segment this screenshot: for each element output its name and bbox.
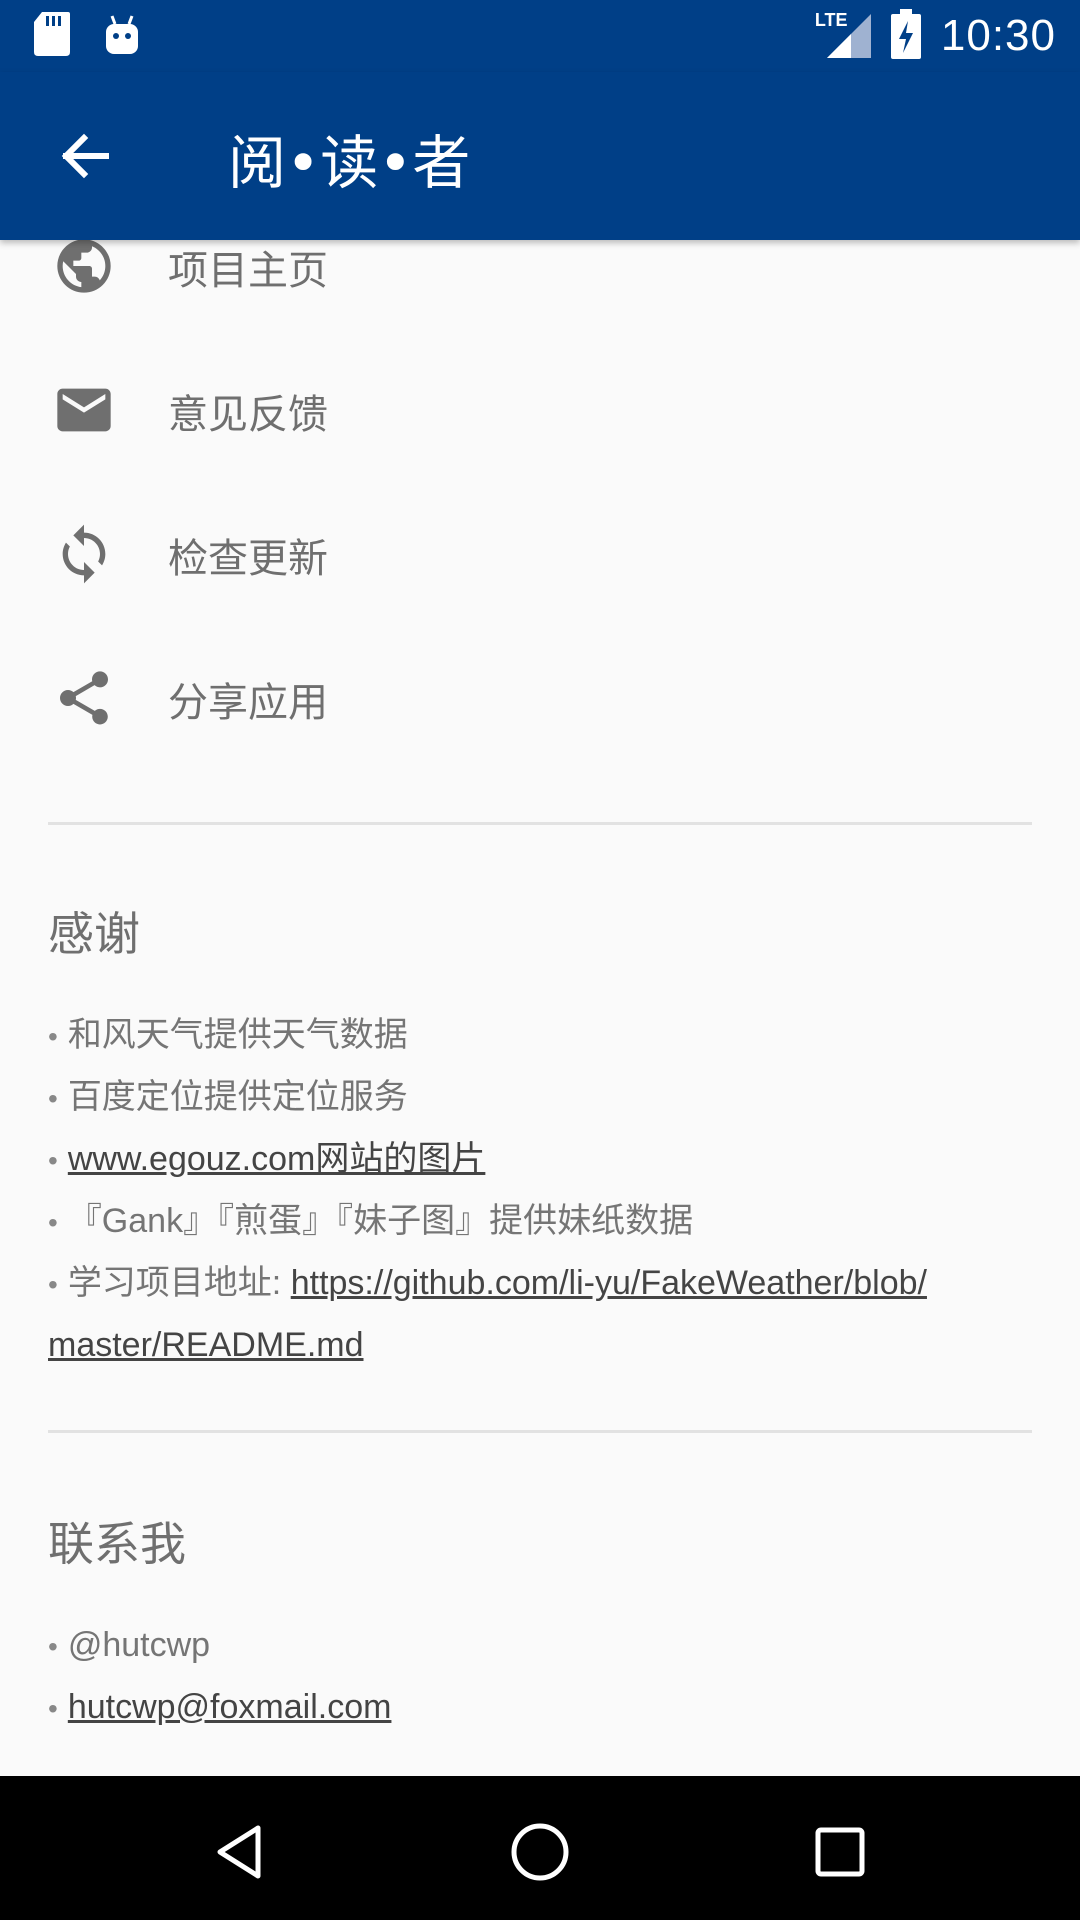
clock: 10:30 xyxy=(940,11,1056,60)
egouz-link[interactable]: www.egouz.com网站的图片 xyxy=(68,1140,486,1178)
menu-item-share[interactable]: 分享应用 xyxy=(0,624,1080,768)
contact-title: 联系我 xyxy=(48,1517,186,1571)
globe-icon xyxy=(48,230,120,302)
list-item: • 『Gank』『煎蛋』『妹子图』提供妹纸数据 xyxy=(48,1202,694,1240)
list-item-continuation: master/README.md xyxy=(48,1315,1032,1375)
back-button[interactable] xyxy=(48,124,120,188)
thanks-title: 感谢 xyxy=(48,907,140,961)
sd-card-icon xyxy=(34,12,70,60)
divider xyxy=(48,822,1032,825)
navigation-bar xyxy=(0,1776,1080,1920)
menu-item-feedback[interactable]: 意见反馈 xyxy=(0,336,1080,480)
menu-label: 意见反馈 xyxy=(168,392,328,438)
list-item: • 百度定位提供定位服务 xyxy=(48,1078,408,1116)
home-circle-icon xyxy=(511,1823,569,1881)
status-system-icons: LTE 10:30 xyxy=(815,8,1056,64)
about-content: 项目主页 意见反馈 检查更新 分享应用 xyxy=(0,239,1080,768)
android-icon xyxy=(102,12,142,60)
status-bar: LTE 10:30 xyxy=(0,0,1080,72)
page-title: 阅•读•者 xyxy=(228,129,471,197)
list-item: • hutcwp@foxmail.com xyxy=(48,1688,392,1726)
list-item: • @hutcwp xyxy=(48,1626,211,1664)
arrow-back-icon xyxy=(61,133,109,179)
email-link[interactable]: hutcwp@foxmail.com xyxy=(68,1688,392,1726)
recents-square-icon xyxy=(815,1827,865,1877)
mail-icon xyxy=(48,374,120,446)
nav-back-button[interactable] xyxy=(200,1812,280,1892)
list-item: • 和风天气提供天气数据 xyxy=(48,1016,408,1054)
sync-icon xyxy=(48,518,120,590)
github-link-continuation[interactable]: master/README.md xyxy=(48,1326,364,1364)
nav-home-button[interactable] xyxy=(500,1812,580,1892)
back-triangle-icon xyxy=(217,1825,261,1879)
battery-charging-icon xyxy=(890,9,921,63)
signal-icon: LTE xyxy=(815,8,871,64)
list-item: • www.egouz.com网站的图片 xyxy=(48,1140,486,1178)
list-item: • 学习项目地址: https://github.com/li-yu/FakeWe… xyxy=(48,1264,927,1302)
menu-label: 分享应用 xyxy=(168,680,328,726)
menu-label: 检查更新 xyxy=(168,536,328,582)
contact-list: • @hutcwp • hutcwp@foxmail.com xyxy=(48,1615,1032,1739)
thanks-list: • 和风天气提供天气数据 • 百度定位提供定位服务 • www.egouz.com网站… xyxy=(48,1005,1032,1375)
menu-item-check-update[interactable]: 检查更新 xyxy=(0,480,1080,624)
app-bar: 阅•读•者 xyxy=(0,72,1080,240)
menu-label: 项目主页 xyxy=(168,248,328,294)
status-notifications xyxy=(34,12,142,60)
github-link[interactable]: https://github.com/li-yu/FakeWeather/blo… xyxy=(291,1264,927,1302)
divider xyxy=(48,1430,1032,1433)
nav-recents-button[interactable] xyxy=(800,1812,880,1892)
share-icon xyxy=(48,662,120,734)
